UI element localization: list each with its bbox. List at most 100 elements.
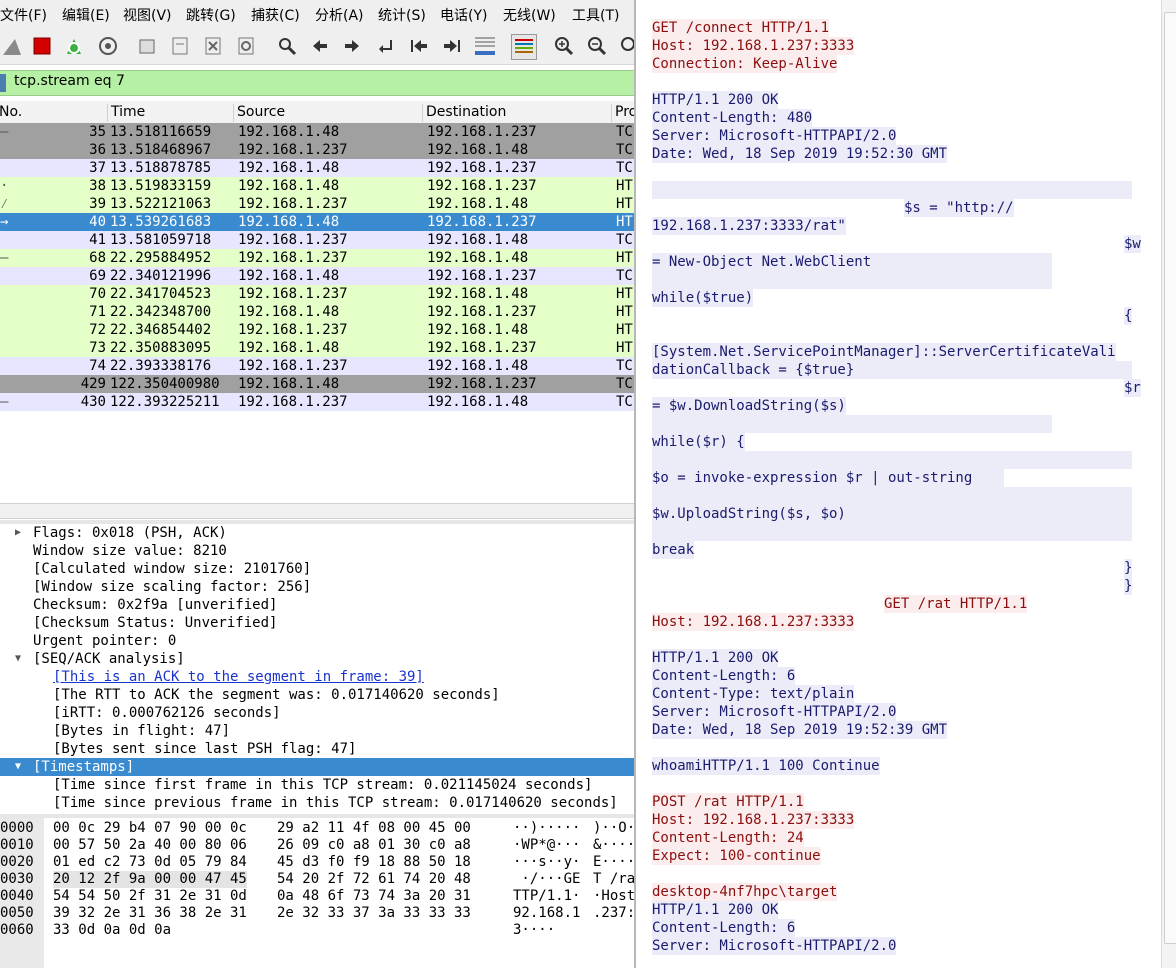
display-filter-input[interactable]: tcp.stream eq 7 xyxy=(14,73,125,89)
expand-down-icon[interactable]: ▼ xyxy=(15,758,21,776)
packet-row[interactable]: · 38 13.519833159 192.168.1.48 192.168.1.237… xyxy=(0,177,636,195)
zoom-reset-icon[interactable] xyxy=(616,34,636,58)
packet-source: 192.168.1.48 xyxy=(238,160,340,176)
detail-tree-item[interactable]: ▼ [SEQ/ACK analysis] xyxy=(0,650,636,668)
restart-capture-icon[interactable] xyxy=(62,34,86,58)
column-header-no[interactable]: No. xyxy=(0,104,22,122)
bytes-hex: 0a 48 6f 73 74 3a 20 31 xyxy=(277,888,471,904)
autoscroll-icon[interactable] xyxy=(473,34,497,58)
packet-row[interactable]: ⁄ 39 13.522121063 192.168.1.237 192.168.1.48… xyxy=(0,195,636,213)
open-file-icon[interactable] xyxy=(135,34,159,58)
filter-bookmark-icon[interactable] xyxy=(0,74,6,92)
packet-row[interactable]: 70 22.341704523 192.168.1.237 192.168.1.48 H… xyxy=(0,285,636,303)
forward-arrow-icon[interactable] xyxy=(340,34,364,58)
go-to-packet-icon[interactable] xyxy=(374,34,398,58)
packet-row[interactable]: 69 22.340121996 192.168.1.48 192.168.1.237 T… xyxy=(0,267,636,285)
packet-number: 70 xyxy=(89,286,106,302)
menu-edit[interactable]: 编辑(E) xyxy=(62,5,110,25)
bytes-offset: 0060 xyxy=(0,922,34,938)
menu-tools[interactable]: 工具(T) xyxy=(572,5,619,25)
packet-row[interactable]: 74 22.393338176 192.168.1.237 192.168.1.48 T… xyxy=(0,357,636,375)
shark-fin-icon[interactable] xyxy=(0,34,24,58)
packet-number: 74 xyxy=(89,358,106,374)
packet-protocol: TC xyxy=(616,394,633,410)
detail-tree-item[interactable]: [Bytes in flight: 47] xyxy=(0,722,636,740)
menu-analyze[interactable]: 分析(A) xyxy=(315,5,364,25)
detail-tree-item[interactable]: ▼ [Timestamps] xyxy=(0,758,636,776)
detail-tree-item[interactable]: [This is an ACK to the segment in frame:… xyxy=(0,668,636,686)
column-header-protocol[interactable]: Pro xyxy=(611,104,636,122)
packet-source: 192.168.1.48 xyxy=(238,340,340,356)
frame-link[interactable]: [This is an ACK to the segment in frame:… xyxy=(53,668,424,686)
packet-row[interactable]: 71 22.342348700 192.168.1.48 192.168.1.237 H… xyxy=(0,303,636,321)
packet-row[interactable]: 73 22.350883095 192.168.1.48 192.168.1.237 H… xyxy=(0,339,636,357)
colorize-icon[interactable] xyxy=(511,34,537,60)
detail-tree-item[interactable]: [iRTT: 0.000762126 seconds] xyxy=(0,704,636,722)
detail-tree-item[interactable]: Checksum: 0x2f9a [unverified] xyxy=(0,596,636,614)
column-header-destination[interactable]: Destination xyxy=(422,104,506,122)
detail-tree-item[interactable]: [Checksum Status: Unverified] xyxy=(0,614,636,632)
packet-destination: 192.168.1.48 xyxy=(427,286,529,302)
menu-wireless[interactable]: 无线(W) xyxy=(503,5,556,25)
packet-source: 192.168.1.237 xyxy=(238,358,348,374)
packet-row[interactable]: 37 13.518878785 192.168.1.48 192.168.1.237 T… xyxy=(0,159,636,177)
first-packet-icon[interactable] xyxy=(407,34,431,58)
detail-tree-item[interactable]: Urgent pointer: 0 xyxy=(0,632,636,650)
menu-telephony[interactable]: 电话(Y) xyxy=(440,5,487,25)
packet-destination: 192.168.1.237 xyxy=(427,268,537,284)
bytes-offset: 0050 xyxy=(0,905,34,921)
packet-row[interactable]: 36 13.518468967 192.168.1.237 192.168.1.48 T… xyxy=(0,141,636,159)
stop-capture-icon[interactable] xyxy=(30,34,54,58)
server-stream-line: while($true) xyxy=(652,289,754,307)
menu-go[interactable]: 跳转(G) xyxy=(186,5,236,25)
packet-row[interactable]: –68 22.295884952 192.168.1.237 192.168.1.48… xyxy=(0,249,636,267)
packet-number: 36 xyxy=(89,142,106,158)
packet-row[interactable]: 72 22.346854402 192.168.1.237 192.168.1.48 H… xyxy=(0,321,636,339)
packet-row[interactable]: –430 122.393225211 192.168.1.237 192.168.1.… xyxy=(0,393,636,411)
column-header-time[interactable]: Time xyxy=(107,104,145,122)
scrollbar-thumb[interactable] xyxy=(1164,12,1176,944)
packet-row[interactable]: → 40 13.539261683 192.168.1.48 192.168.1.237… xyxy=(0,213,636,231)
detail-tree-item[interactable]: [Calculated window size: 2101760] xyxy=(0,560,636,578)
packet-protocol: TC xyxy=(616,358,633,374)
detail-tree-item[interactable]: ▶ Flags: 0x018 (PSH, ACK) xyxy=(0,524,636,542)
client-stream-line: Host: 192.168.1.237:3333 xyxy=(652,811,855,829)
bytes-row: 0030 20 12 2f 9a 00 00 47 45 54 20 2f 72 6… xyxy=(0,871,636,888)
packet-time: 22.341704523 xyxy=(110,286,212,302)
detail-tree-item[interactable]: [Time since previous frame in this TCP s… xyxy=(0,794,636,812)
packet-time: 13.522121063 xyxy=(110,196,212,212)
reload-file-icon[interactable] xyxy=(234,34,258,58)
menu-capture[interactable]: 捕获(C) xyxy=(251,5,300,25)
packet-destination: 192.168.1.48 xyxy=(427,394,529,410)
detail-tree-item[interactable]: [Window size scaling factor: 256] xyxy=(0,578,636,596)
detail-tree-item[interactable]: [The RTT to ACK the segment was: 0.01714… xyxy=(0,686,636,704)
collapse-right-icon[interactable]: ▶ xyxy=(15,524,21,542)
back-arrow-icon[interactable] xyxy=(308,34,332,58)
expand-down-icon[interactable]: ▼ xyxy=(15,650,21,668)
menu-file[interactable]: 文件(F) xyxy=(0,5,47,25)
find-icon[interactable] xyxy=(275,34,299,58)
packet-row[interactable]: 41 13.581059718 192.168.1.237 192.168.1.48 T… xyxy=(0,231,636,249)
detail-tree-item[interactable]: [Bytes sent since last PSH flag: 47] xyxy=(0,740,636,758)
capture-options-icon[interactable] xyxy=(96,34,120,58)
packet-time: 122.393225211 xyxy=(110,394,220,410)
bytes-ascii: ··)····· xyxy=(513,820,581,836)
detail-tree-item[interactable]: [Time since first frame in this TCP stre… xyxy=(0,776,636,794)
bytes-ascii: 92.168.1 xyxy=(513,905,581,921)
zoom-in-icon[interactable] xyxy=(552,34,576,58)
detail-text: [Timestamps] xyxy=(33,759,135,775)
zoom-out-icon[interactable] xyxy=(585,34,609,58)
packet-list-scrollbar[interactable] xyxy=(0,503,636,519)
packet-row[interactable]: 429 122.350400980 192.168.1.48 192.168.1.23… xyxy=(0,375,636,393)
menu-statistics[interactable]: 统计(S) xyxy=(378,5,426,25)
last-packet-icon[interactable] xyxy=(440,34,464,58)
packet-row[interactable]: –35 13.518116659 192.168.1.48 192.168.1.237… xyxy=(0,123,636,141)
packet-destination: 192.168.1.237 xyxy=(427,124,537,140)
stream-scrollbar[interactable] xyxy=(1161,0,1176,968)
menu-view[interactable]: 视图(V) xyxy=(123,5,172,25)
detail-tree-item[interactable]: Window size value: 8210 xyxy=(0,542,636,560)
column-header-source[interactable]: Source xyxy=(233,104,285,122)
close-file-icon[interactable] xyxy=(201,34,225,58)
server-stream-line: HTTP/1.1 200 OK xyxy=(652,649,779,667)
save-file-icon[interactable] xyxy=(168,34,192,58)
